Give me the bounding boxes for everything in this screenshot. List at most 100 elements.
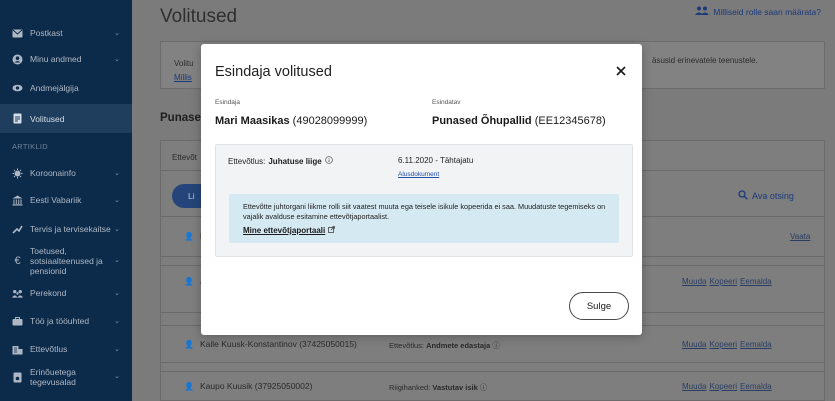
row-person-name: 👤 Kaupo Kuusik (37925050002) bbox=[184, 381, 312, 391]
row-role-name: Vastutav isik bbox=[432, 383, 478, 392]
business-role-prefix: Ettevõtlus: bbox=[228, 156, 266, 166]
edit-link[interactable]: Muuda bbox=[682, 277, 706, 286]
info-link[interactable]: Millis bbox=[174, 71, 194, 85]
family-icon bbox=[12, 288, 23, 299]
business-portal-link[interactable]: Mine ettevõtjaportaali bbox=[243, 226, 336, 235]
roles-help-link[interactable]: Milliseid rolle saan määrata? bbox=[695, 6, 821, 17]
sidebar-item-label: Perekond bbox=[30, 288, 67, 298]
sidebar-item-postkast[interactable]: Postkast ⌄ bbox=[0, 24, 132, 42]
chevron-down-icon: ⌄ bbox=[114, 318, 120, 325]
health-icon bbox=[12, 224, 23, 235]
row-person-label: Kalle Kuusk-Konstantinov (37425050015) bbox=[199, 339, 357, 349]
roles-help-link-label: Milliseid rolle saan määrata? bbox=[713, 6, 821, 17]
represented-value: Punased Õhupallid (EE12345678) bbox=[432, 115, 606, 127]
modal-title: Esindaja volitused bbox=[215, 64, 332, 80]
sidebar-item-label: Minu andmed bbox=[30, 54, 82, 64]
chevron-down-icon: ⌄ bbox=[114, 197, 120, 204]
virus-icon bbox=[12, 168, 23, 179]
copy-link[interactable]: Kopeeri bbox=[709, 382, 737, 391]
person-icon: 👤 bbox=[184, 231, 194, 241]
represented-code: (EE12345678) bbox=[534, 115, 606, 127]
remove-link[interactable]: Eemalda bbox=[740, 382, 772, 391]
open-search-link[interactable]: Ava otsing bbox=[738, 190, 794, 202]
edit-link[interactable]: Muuda bbox=[682, 382, 706, 391]
chevron-down-icon: ⌄ bbox=[114, 346, 120, 353]
remove-link[interactable]: Eemalda bbox=[740, 277, 772, 286]
represented-name: Punased Õhupallid bbox=[432, 115, 532, 127]
view-link[interactable]: Vaata bbox=[790, 232, 810, 241]
tab-ettevotlus[interactable]: Ettevõt bbox=[172, 153, 197, 162]
business-role: Ettevõtlus: Juhatuse liige bbox=[228, 156, 333, 166]
row-role-prefix: Ettevõtlus: bbox=[389, 341, 427, 350]
row-role: Riigihanked: Vastutav isik ⓘ bbox=[389, 382, 487, 393]
person-icon: 👤 bbox=[184, 381, 194, 391]
page-title: Volitused bbox=[160, 6, 238, 27]
sidebar-item-label: Ettevõtlus bbox=[30, 344, 68, 354]
permit-icon bbox=[12, 372, 23, 383]
representative-value: Mari Maasikas (49028099999) bbox=[215, 115, 367, 127]
sidebar-item-erinouetega[interactable]: Erinõuetega tegevusalad ⌄ bbox=[0, 364, 132, 390]
sidebar-item-minu-andmed[interactable]: Minu andmed ⌄ bbox=[0, 50, 132, 68]
add-button-label: Li bbox=[188, 191, 195, 201]
document-icon bbox=[12, 113, 23, 124]
sidebar-item-perekond[interactable]: Perekond ⌄ bbox=[0, 284, 132, 302]
row-actions: Vaata bbox=[790, 232, 810, 241]
business-portal-link-label: Mine ettevõtjaportaali bbox=[243, 226, 326, 235]
validity-period: 6.11.2020 - Tähtajatu bbox=[398, 156, 474, 165]
info-text-right: äsusid erinevatele teenustele. bbox=[652, 56, 758, 65]
sidebar-item-label: Töö ja tööuhted bbox=[30, 316, 90, 326]
notice-text: Ettevõtte juhtorgani liikme rolli siit v… bbox=[243, 202, 606, 221]
info-text-line: Volitu bbox=[174, 59, 194, 68]
sidebar-item-too[interactable]: Töö ja tööuhted ⌄ bbox=[0, 312, 132, 330]
base-document-link[interactable]: Alusdokument bbox=[398, 171, 439, 178]
sidebar-item-tervis[interactable]: Tervis ja tervisekaitse ⌄ bbox=[0, 220, 132, 238]
sidebar-item-label: Eesti Vabariik bbox=[30, 195, 82, 205]
sidebar-item-volitused[interactable]: Volitused bbox=[0, 104, 132, 133]
row-person-label: Kaupo Kuusik (37925050002) bbox=[199, 381, 313, 391]
sidebar-item-eesti-vabariik[interactable]: Eesti Vabariik ⌄ bbox=[0, 191, 132, 209]
search-icon bbox=[738, 190, 748, 202]
row-role: Ettevõtlus: Andmete edastaja ⓘ bbox=[389, 340, 500, 351]
representative-name: Mari Maasikas bbox=[215, 115, 290, 127]
row-actions: Muuda Kopeeri Eemalda bbox=[682, 382, 772, 391]
chevron-down-icon: ⌄ bbox=[114, 56, 120, 63]
chevron-down-icon: ⌄ bbox=[114, 226, 120, 233]
external-link-icon bbox=[328, 226, 336, 235]
chevron-down-icon: ⌄ bbox=[114, 257, 120, 264]
representative-label: Esindaja bbox=[215, 99, 240, 106]
people-icon bbox=[695, 6, 710, 17]
sidebar-item-label: Toetused, sotsiaalteenused ja pensionid bbox=[30, 246, 103, 276]
sidebar-item-top[interactable] bbox=[0, 0, 132, 8]
sidebar-item-koroonainfo[interactable]: Koroonainfo ⌄ bbox=[0, 164, 132, 182]
sidebar-item-label: Andmejälgija bbox=[30, 83, 79, 93]
mail-icon bbox=[12, 28, 23, 39]
info-icon: ⓘ bbox=[492, 341, 500, 350]
close-button[interactable]: Sulge bbox=[569, 292, 629, 320]
user-icon bbox=[12, 54, 23, 65]
info-text: Volitu Millis bbox=[174, 57, 194, 85]
sidebar-item-label: Erinõuetega tegevusalad bbox=[30, 367, 76, 387]
copy-link[interactable]: Kopeeri bbox=[709, 277, 737, 286]
sidebar-item-toetused[interactable]: € Toetused, sotsiaalteenused ja pensioni… bbox=[0, 243, 132, 279]
close-icon[interactable] bbox=[614, 64, 628, 78]
edit-link[interactable]: Muuda bbox=[682, 340, 706, 349]
sidebar-section-label: ARTIKLID bbox=[12, 142, 49, 151]
sidebar-item-label: Volitused bbox=[30, 113, 65, 124]
representative-code: (49028099999) bbox=[292, 115, 368, 127]
sidebar-item-label: Tervis ja tervisekaitse bbox=[30, 224, 111, 234]
row-actions: Muuda Kopeeri Eemalda bbox=[682, 277, 772, 286]
remove-link[interactable]: Eemalda bbox=[740, 340, 772, 349]
sidebar-item-andmejalgija[interactable]: Andmejälgija bbox=[0, 79, 132, 97]
business-role-name: Juhatuse liige bbox=[268, 156, 322, 166]
representative-rights-modal: Esindaja volitused Esindaja Mari Maasika… bbox=[201, 44, 642, 335]
company-section-title: Punase bbox=[160, 112, 201, 124]
sidebar-item-ettevotlus[interactable]: Ettevõtlus ⌄ bbox=[0, 340, 132, 358]
row-role-prefix: Riigihanked: bbox=[389, 383, 433, 392]
person-icon: 👤 bbox=[184, 276, 194, 286]
info-icon: ⓘ bbox=[479, 383, 488, 392]
chevron-down-icon: ⌄ bbox=[114, 30, 120, 37]
copy-link[interactable]: Kopeeri bbox=[709, 340, 737, 349]
chevron-down-icon: ⌄ bbox=[114, 170, 120, 177]
sidebar-item-label: Koroonainfo bbox=[30, 168, 76, 178]
info-icon[interactable] bbox=[324, 156, 333, 166]
